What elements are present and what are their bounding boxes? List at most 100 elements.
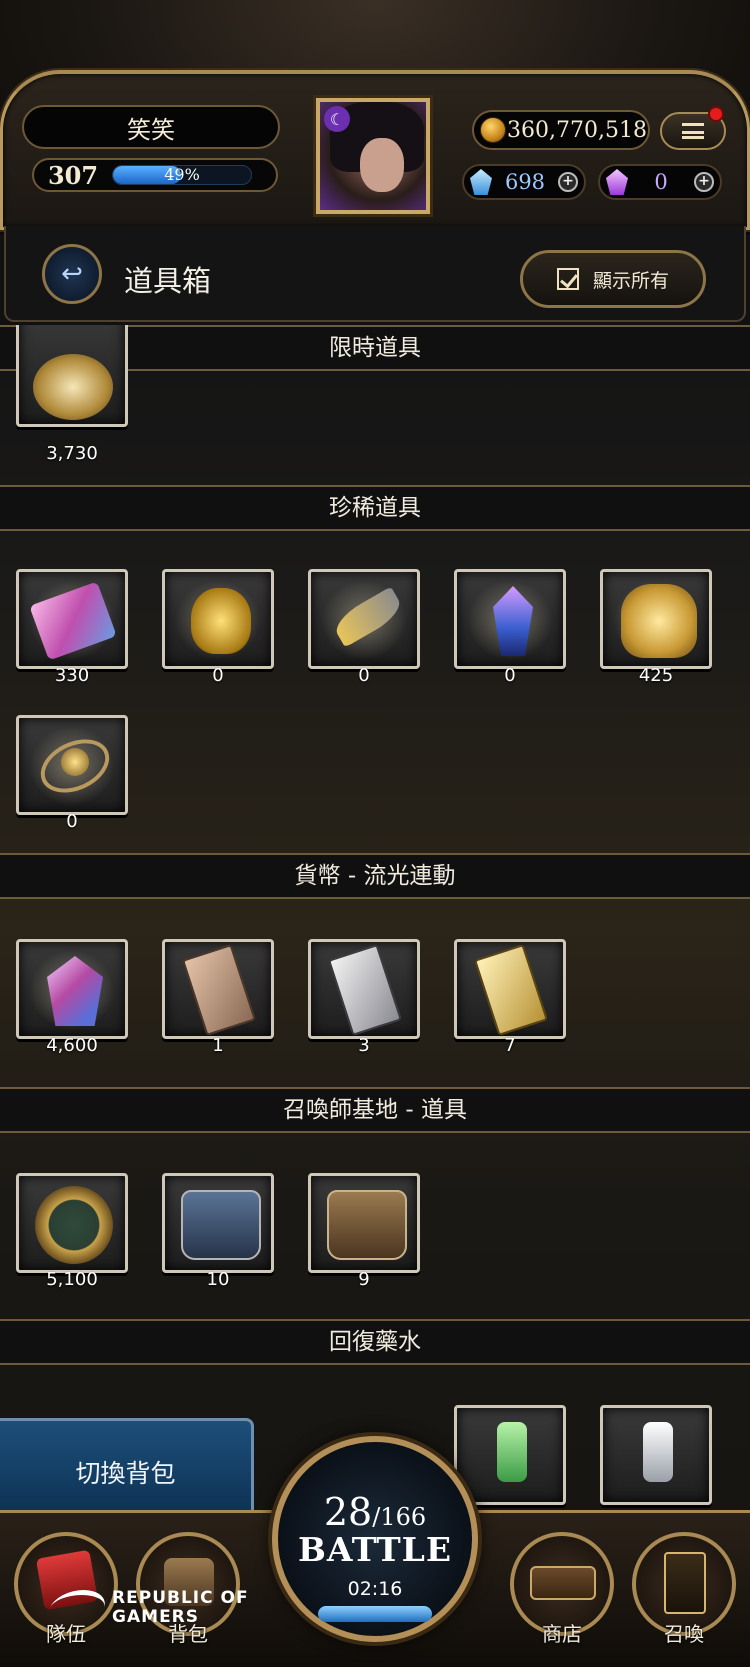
section-header-rare: 珍稀道具 <box>0 485 750 531</box>
player-name[interactable]: 笑笑 <box>22 105 280 149</box>
golden-wheat-sack-icon <box>621 584 697 658</box>
silver-card-icon <box>327 943 403 1036</box>
item-slot-partial[interactable] <box>600 1405 712 1525</box>
section-header-potions: 回復藥水 <box>0 1319 750 1365</box>
gold-crest-medallion-icon <box>33 354 113 420</box>
golden-heart-icon <box>191 588 251 654</box>
show-all-label: 顯示所有 <box>592 269 669 292</box>
item-count: 1 <box>212 1035 224 1056</box>
item-slot[interactable]: 0 <box>162 569 274 689</box>
item-slot[interactable]: 9 <box>308 1173 420 1293</box>
chair-medal-icon <box>35 1186 113 1264</box>
item-frame <box>162 939 274 1039</box>
notification-dot <box>708 106 724 122</box>
item-count: 10 <box>206 1269 230 1290</box>
item-frame <box>16 569 128 669</box>
item-count: 3 <box>358 1035 370 1056</box>
blue-gem-value: 698 <box>504 170 546 194</box>
item-slot[interactable]: 1 <box>162 939 274 1059</box>
add-blue-gem-button[interactable]: + <box>558 172 578 192</box>
item-count: 330 <box>54 665 90 686</box>
item-slot[interactable]: 7 <box>454 939 566 1059</box>
nav-shop-label: 商店 <box>542 1622 582 1646</box>
blue-satchel-icon <box>181 1190 261 1260</box>
item-slot[interactable]: 3 <box>308 939 420 1059</box>
rog-brand-text: REPUBLIC OF GAMERS <box>112 1588 249 1627</box>
item-frame <box>600 1405 712 1505</box>
stamina-current: 28 <box>323 1490 373 1534</box>
menu-icon <box>682 123 704 139</box>
add-purple-gem-button[interactable]: + <box>694 172 714 192</box>
player-avatar[interactable]: ☾ <box>316 98 430 214</box>
stamina-max: /166 <box>372 1503 427 1531</box>
moon-badge-icon: ☾ <box>324 106 350 132</box>
xp-bar: 49% <box>112 165 252 185</box>
summon-card-icon <box>664 1552 706 1614</box>
show-all-button[interactable]: 顯示所有 <box>520 250 706 308</box>
item-count: 425 <box>638 665 674 686</box>
bronze-card-icon <box>181 943 257 1036</box>
item-slot[interactable]: 5,100 <box>16 1173 128 1293</box>
item-count: 5,100 <box>46 1269 98 1290</box>
item-frame <box>16 715 128 815</box>
item-frame <box>162 569 274 669</box>
blue-gem-icon <box>470 169 492 195</box>
white-potion-icon <box>643 1422 673 1482</box>
brown-satchel-icon <box>327 1190 407 1260</box>
page-title: 道具箱 <box>124 264 212 298</box>
item-slot[interactable]: 0 <box>454 569 566 689</box>
item-slot[interactable]: 10 <box>162 1173 274 1293</box>
item-count: 3,730 <box>46 443 98 464</box>
item-count: 0 <box>66 811 78 832</box>
item-count: 7 <box>504 1035 516 1056</box>
shop-sign-icon <box>530 1566 596 1600</box>
coin-balance: 360,770,518 <box>472 110 650 150</box>
player-level: 307 <box>47 160 99 190</box>
xp-percent: 49% <box>164 165 200 184</box>
blue-gem-balance: 698 + <box>462 164 586 200</box>
section-header-currency: 貨幣 - 流光連動 <box>0 853 750 899</box>
item-frame <box>308 1173 420 1273</box>
section-header-base: 召喚師基地 - 道具 <box>0 1087 750 1133</box>
item-count: 4,600 <box>46 1035 98 1056</box>
gold-card-icon <box>473 943 549 1036</box>
item-frame <box>16 325 128 427</box>
item-slot[interactable]: 3,730 <box>16 325 128 467</box>
level-plate: 307 49% <box>32 158 278 192</box>
purple-gem-value: 0 <box>654 170 668 194</box>
gold-coin-icon <box>480 117 506 143</box>
coin-value: 360,770,518 <box>507 117 647 143</box>
avatar-face <box>360 138 404 192</box>
green-potion-icon <box>497 1422 527 1482</box>
item-frame <box>454 569 566 669</box>
stamina-gauge <box>318 1606 432 1622</box>
battle-stamina: 28/166 <box>272 1490 478 1534</box>
item-frame <box>308 939 420 1039</box>
item-count: 9 <box>358 1269 370 1290</box>
item-slot[interactable]: 330 <box>16 569 128 689</box>
item-count: 0 <box>504 665 516 686</box>
checkbox-icon <box>556 268 579 290</box>
item-frame <box>16 939 128 1039</box>
item-frame <box>308 569 420 669</box>
item-frame <box>454 939 566 1039</box>
back-button[interactable]: ↩ <box>42 244 102 304</box>
nav-summon-label: 召喚 <box>664 1622 704 1646</box>
item-slot[interactable]: 425 <box>600 569 712 689</box>
back-arrow-icon: ↩ <box>61 259 83 289</box>
orbit-relic-core <box>61 748 89 776</box>
item-slot[interactable]: 4,600 <box>16 939 128 1059</box>
item-slot[interactable]: 0 <box>16 715 128 835</box>
item-slot[interactable]: 0 <box>308 569 420 689</box>
item-frame <box>600 569 712 669</box>
stamina-timer: 02:16 <box>347 1578 403 1600</box>
rog-logo-icon <box>43 1590 111 1626</box>
rog-watermark: REPUBLIC OF GAMERS <box>43 1578 290 1638</box>
item-count: 0 <box>358 665 370 686</box>
battle-label: BATTLE <box>298 1530 452 1569</box>
purple-gem-balance: 0 + <box>598 164 722 200</box>
purple-gem-icon <box>606 169 628 195</box>
item-count: 0 <box>212 665 224 686</box>
item-frame <box>16 1173 128 1273</box>
item-frame <box>162 1173 274 1273</box>
